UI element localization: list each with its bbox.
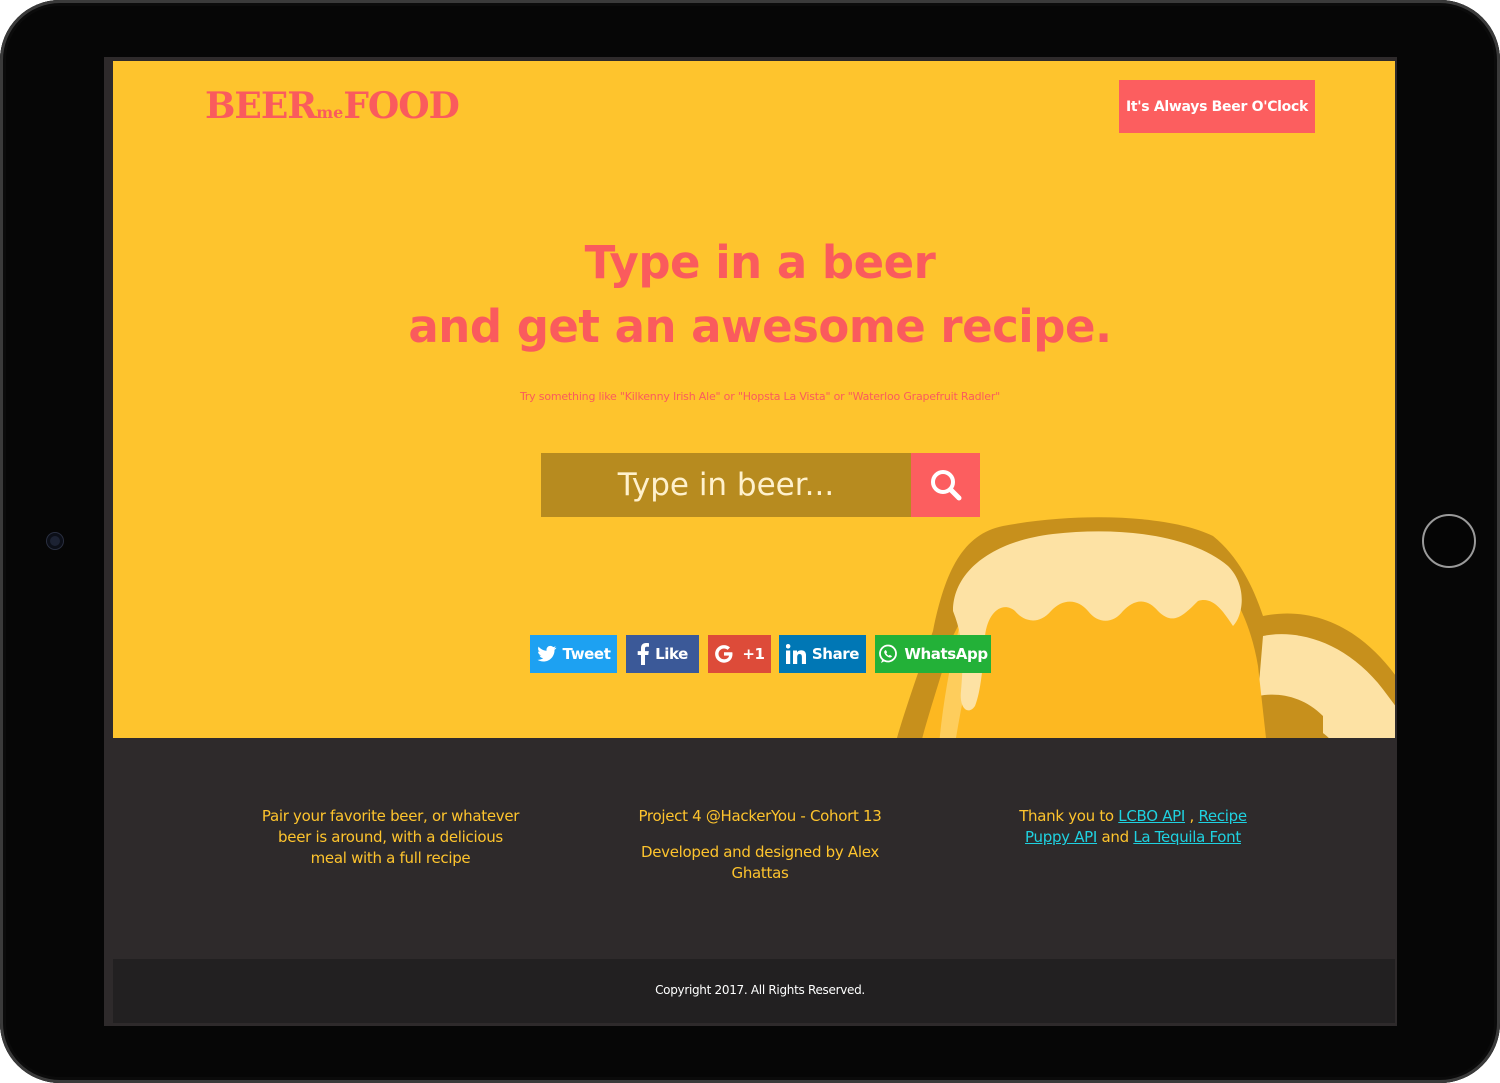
whatsapp-button[interactable]: WhatsApp [875,635,991,673]
footer-project-text: Project 4 @HackerYou - Cohort 13 [638,807,882,825]
footer-about-text: Pair your favorite beer, or whatever bee… [261,807,520,867]
linkedin-share-button[interactable]: Share [779,635,866,673]
thanks-comma: , [1189,807,1195,825]
search-icon [930,470,961,501]
google-plus-button[interactable]: +1 [708,635,771,673]
logo[interactable]: BEERmeFOOD [205,85,460,127]
linkedin-share-label: Share [811,645,860,663]
search-hint: Try something like "Kilkenny Irish Ale" … [519,390,1001,403]
headline-line-2: and get an awesome recipe. [408,300,1112,353]
facebook-icon [637,643,650,665]
hero-section: BEERmeFOOD It's Always Beer O'Clock Type… [113,61,1395,738]
beer-search-input[interactable] [541,453,911,517]
tweet-label: Tweet [562,645,611,663]
beer-oclock-button[interactable]: It's Always Beer O'Clock [1119,80,1315,133]
footer-credit-text: Developed and designed by Alex Ghattas [641,843,879,882]
like-label: Like [655,645,688,663]
twitter-icon [536,645,557,663]
footer-thanks: Thank you to LCBO API , Recipe Puppy API… [1013,806,1253,848]
headline-line-1: Type in a beer [584,236,936,289]
google-plus-label: +1 [742,645,765,663]
footer: Pair your favorite beer, or whatever bee… [113,738,1395,959]
google-icon [714,644,736,664]
la-tequila-font-link[interactable]: La Tequila Font [1133,828,1241,846]
thanks-prefix: Thank you to [1019,807,1114,825]
logo-part-beer: BEER [205,85,317,127]
whatsapp-icon [878,644,898,664]
home-button[interactable] [1422,514,1476,568]
linkedin-icon [785,644,806,664]
logo-part-me: me [316,103,344,122]
copyright-text: Copyright 2017. All Rights Reserved. [655,983,865,997]
beer-mug-illustration [897,517,1395,738]
search-button[interactable] [911,453,980,517]
page-headline: Type in a beer and get an awesome recipe… [113,231,1395,359]
lcbo-api-link[interactable]: LCBO API [1118,807,1185,825]
screen: BEERmeFOOD It's Always Beer O'Clock Type… [104,57,1397,1026]
footer-project: Project 4 @HackerYou - Cohort 13 Develop… [631,806,889,884]
footer-thanks-text: Thank you to LCBO API , Recipe Puppy API… [1013,806,1253,848]
copyright-bar: Copyright 2017. All Rights Reserved. [113,959,1395,1023]
footer-about: Pair your favorite beer, or whatever bee… [258,806,523,869]
search-bar [541,453,980,517]
tweet-button[interactable]: Tweet [530,635,617,673]
tablet-frame: BEERmeFOOD It's Always Beer O'Clock Type… [0,0,1500,1083]
thanks-and: and [1101,828,1130,846]
logo-part-food: FOOD [343,85,459,127]
web-page: BEERmeFOOD It's Always Beer O'Clock Type… [113,61,1395,1023]
whatsapp-label: WhatsApp [904,645,988,663]
camera-icon [47,533,63,549]
like-button[interactable]: Like [626,635,699,673]
